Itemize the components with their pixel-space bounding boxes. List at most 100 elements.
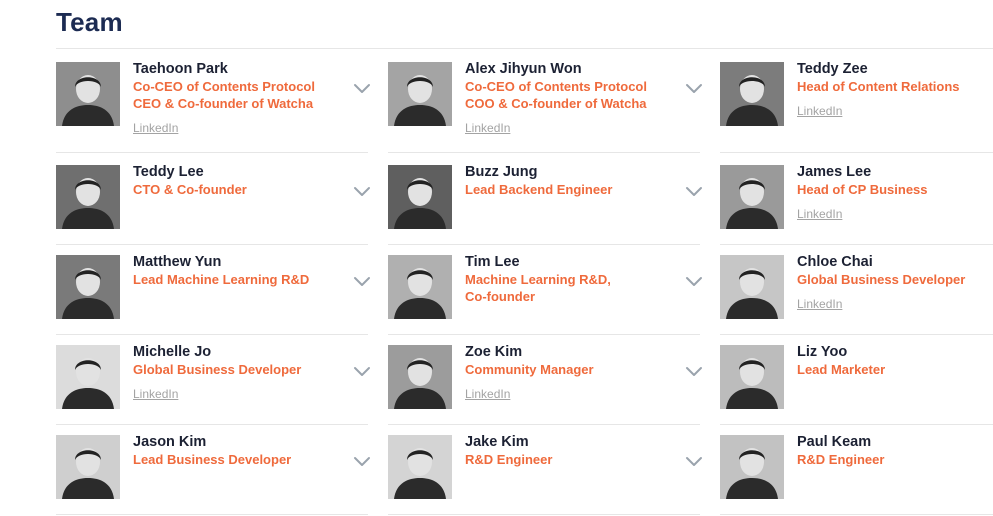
team-member-card[interactable]: Liz Yoo Lead Marketer (720, 344, 993, 425)
member-photo (388, 62, 452, 126)
team-member-card[interactable]: James Lee Head of CP Business LinkedIn (720, 164, 993, 245)
member-name: Chloe Chai (797, 254, 873, 270)
team-member-card[interactable]: Chloe Chai Global Business Developer Linke… (720, 254, 993, 335)
member-info: Taehoon Park Co-CEO of Contents Protocol C… (133, 61, 338, 137)
member-role: Lead Marketer (797, 362, 886, 377)
member-role: Co-CEO of Contents Protocol (465, 79, 647, 94)
chevron-down-icon[interactable] (352, 365, 372, 379)
member-role: Lead Business Developer (133, 452, 292, 467)
divider (388, 244, 700, 245)
member-name: James Lee (797, 164, 872, 180)
member-photo (56, 165, 120, 229)
member-role: CEO & Co-founder of Watcha (133, 96, 314, 111)
member-photo (720, 345, 784, 409)
team-member-card[interactable]: Zoe Kim Community Manager LinkedIn (388, 344, 702, 425)
linkedin-link[interactable]: LinkedIn (133, 387, 178, 402)
chevron-down-icon[interactable] (684, 455, 704, 469)
divider (388, 334, 700, 335)
chevron-down-icon[interactable] (352, 455, 372, 469)
team-member-card[interactable]: Teddy Lee CTO & Co-founder (56, 164, 370, 245)
chevron-down-icon[interactable] (352, 275, 372, 289)
linkedin-link[interactable]: LinkedIn (133, 121, 178, 136)
member-photo (56, 255, 120, 319)
linkedin-link[interactable]: LinkedIn (797, 207, 842, 222)
member-info: Paul Keam R&D Engineer (797, 434, 963, 468)
chevron-down-icon[interactable] (684, 275, 704, 289)
member-info: Teddy Lee CTO & Co-founder (133, 164, 338, 198)
member-photo (56, 435, 120, 499)
divider (56, 424, 368, 425)
member-photo (720, 62, 784, 126)
member-photo (388, 165, 452, 229)
divider (388, 152, 700, 153)
member-name: Michelle Jo (133, 344, 212, 360)
member-name: Paul Keam (797, 434, 872, 450)
member-info: Jake Kim R&D Engineer (465, 434, 670, 468)
member-role: Lead Backend Engineer (465, 182, 613, 197)
member-info: Buzz Jung Lead Backend Engineer (465, 164, 670, 198)
member-info: Alex Jihyun Won Co-CEO of Contents Protoc… (465, 61, 670, 137)
chevron-down-icon[interactable] (352, 185, 372, 199)
divider (388, 514, 700, 515)
divider (720, 152, 993, 153)
linkedin-link[interactable]: LinkedIn (797, 297, 842, 312)
member-name: Buzz Jung (465, 164, 538, 180)
member-role: R&D Engineer (465, 452, 553, 467)
team-member-card[interactable]: Tim Lee Machine Learning R&D, Co-founder (388, 254, 702, 335)
member-role: R&D Engineer (797, 452, 885, 467)
member-role: Head of CP Business (797, 182, 928, 197)
member-name: Alex Jihyun Won (465, 61, 582, 77)
member-name: Teddy Zee (797, 61, 868, 77)
member-info: Chloe Chai Global Business Developer Linke… (797, 254, 965, 313)
linkedin-link[interactable]: LinkedIn (797, 104, 842, 119)
team-member-card[interactable]: Paul Keam R&D Engineer (720, 434, 993, 515)
member-role: Machine Learning R&D, (465, 272, 611, 287)
member-photo (56, 62, 120, 126)
member-role: Co-CEO of Contents Protocol (133, 79, 315, 94)
team-member-card[interactable]: Jason Kim Lead Business Developer (56, 434, 370, 515)
team-member-card[interactable]: Teddy Zee Head of Content Relations Linked… (720, 61, 993, 153)
member-info: Teddy Zee Head of Content Relations Linked… (797, 61, 963, 120)
divider (56, 244, 368, 245)
member-info: Tim Lee Machine Learning R&D, Co-founder (465, 254, 670, 305)
member-photo (720, 255, 784, 319)
chevron-down-icon[interactable] (352, 82, 372, 96)
divider (56, 48, 993, 49)
divider (720, 424, 993, 425)
member-role: Global Business Developer (133, 362, 302, 377)
team-member-card[interactable]: Alex Jihyun Won Co-CEO of Contents Protoc… (388, 61, 702, 153)
member-info: Liz Yoo Lead Marketer (797, 344, 963, 378)
member-name: Tim Lee (465, 254, 520, 270)
member-name: Jason Kim (133, 434, 207, 450)
member-photo (720, 165, 784, 229)
member-photo (388, 255, 452, 319)
team-member-card[interactable]: Taehoon Park Co-CEO of Contents Protocol C… (56, 61, 370, 153)
linkedin-link[interactable]: LinkedIn (465, 121, 510, 136)
divider (56, 334, 368, 335)
divider (56, 152, 368, 153)
member-photo (388, 435, 452, 499)
linkedin-link[interactable]: LinkedIn (465, 387, 510, 402)
member-name: Teddy Lee (133, 164, 204, 180)
member-name: Matthew Yun (133, 254, 222, 270)
member-role: Community Manager (465, 362, 594, 377)
chevron-down-icon[interactable] (684, 365, 704, 379)
team-member-card[interactable]: Buzz Jung Lead Backend Engineer (388, 164, 702, 245)
divider (720, 334, 993, 335)
team-member-card[interactable]: Jake Kim R&D Engineer (388, 434, 702, 515)
member-info: Jason Kim Lead Business Developer (133, 434, 338, 468)
chevron-down-icon[interactable] (684, 82, 704, 96)
member-info: Zoe Kim Community Manager LinkedIn (465, 344, 670, 403)
divider (720, 244, 993, 245)
member-info: Michelle Jo Global Business Developer Link… (133, 344, 338, 403)
team-member-card[interactable]: Michelle Jo Global Business Developer Link… (56, 344, 370, 425)
team-member-card[interactable]: Matthew Yun Lead Machine Learning R&D (56, 254, 370, 335)
member-photo (720, 435, 784, 499)
member-info: James Lee Head of CP Business LinkedIn (797, 164, 963, 223)
member-name: Zoe Kim (465, 344, 523, 360)
chevron-down-icon[interactable] (684, 185, 704, 199)
member-role: COO & Co-founder of Watcha (465, 96, 647, 111)
member-role: Lead Machine Learning R&D (133, 272, 310, 287)
member-role: Co-founder (465, 289, 536, 304)
divider (56, 514, 368, 515)
